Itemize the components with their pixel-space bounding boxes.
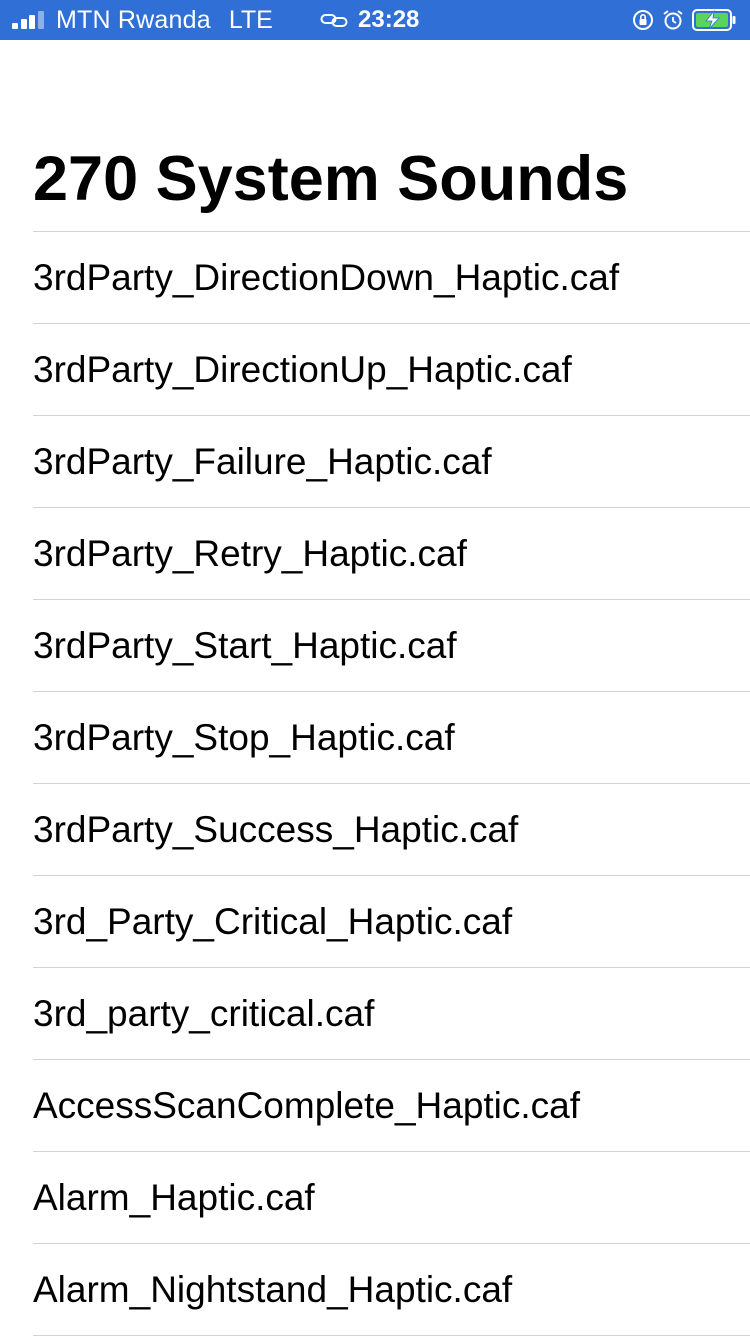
clock-time: 23:28 bbox=[358, 6, 420, 33]
list-item[interactable]: 3rdParty_Success_Haptic.caf bbox=[33, 784, 750, 876]
network-type: LTE bbox=[228, 5, 273, 34]
status-bar-left: MTN Rwanda LTE bbox=[12, 0, 273, 40]
list-item[interactable]: Alarm_Nightstand_Haptic.caf bbox=[33, 1244, 750, 1336]
list-item[interactable]: 3rd_Party_Critical_Haptic.caf bbox=[33, 876, 750, 968]
battery-charging-icon bbox=[692, 9, 736, 31]
carrier-name: MTN Rwanda bbox=[56, 5, 211, 34]
status-bar-right bbox=[624, 0, 738, 40]
list-item[interactable]: 3rdParty_Failure_Haptic.caf bbox=[33, 416, 750, 508]
page-title: 270 System Sounds bbox=[33, 144, 629, 214]
list-item[interactable]: Alarm_Haptic.caf bbox=[33, 1152, 750, 1244]
status-bar-center: 23:28 bbox=[320, 0, 419, 40]
signal-icon bbox=[12, 11, 46, 29]
alarm-icon bbox=[663, 10, 683, 30]
list-item[interactable]: 3rdParty_DirectionUp_Haptic.caf bbox=[33, 324, 750, 416]
list-item[interactable]: AccessScanComplete_Haptic.caf bbox=[33, 1060, 750, 1152]
list-item[interactable]: 3rd_party_critical.caf bbox=[33, 968, 750, 1060]
link-icon bbox=[320, 14, 348, 27]
status-bar: MTN Rwanda LTE 23:28 bbox=[0, 0, 750, 40]
list-item[interactable]: 3rdParty_Retry_Haptic.caf bbox=[33, 508, 750, 600]
orientation-lock-icon bbox=[633, 10, 653, 30]
list-item[interactable]: 3rdParty_DirectionDown_Haptic.caf bbox=[33, 232, 750, 324]
list-item[interactable]: 3rdParty_Start_Haptic.caf bbox=[33, 600, 750, 692]
sound-list: 3rdParty_DirectionDown_Haptic.caf 3rdPart… bbox=[33, 231, 750, 1336]
list-item[interactable]: 3rdParty_Stop_Haptic.caf bbox=[33, 692, 750, 784]
